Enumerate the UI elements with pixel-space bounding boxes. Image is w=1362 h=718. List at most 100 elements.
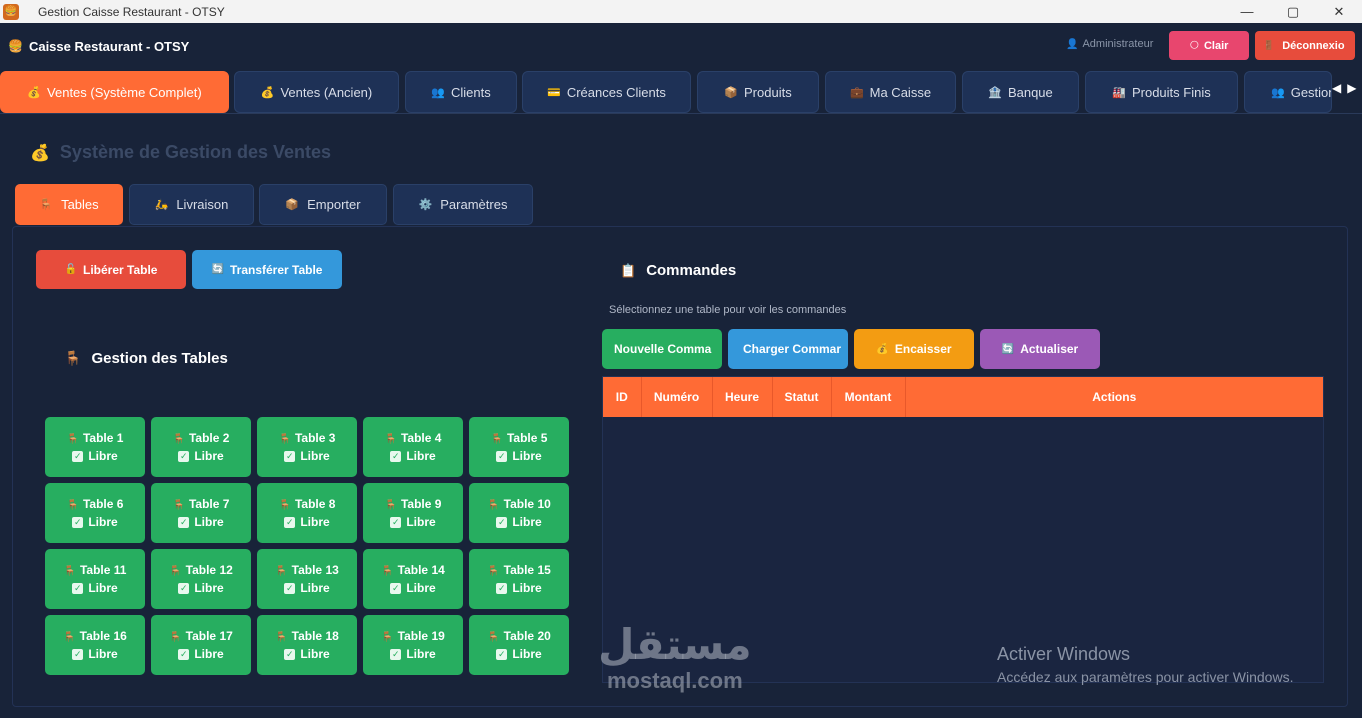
table-status-line: ✓ Libre	[496, 448, 542, 464]
subtab-emporter[interactable]: 📦 Emporter	[259, 184, 387, 225]
encaisser-button[interactable]: 💰 Encaisser	[854, 329, 974, 369]
activate-windows-watermark: Activer Windows Accédez aux paramètres p…	[997, 644, 1293, 685]
checkmark-icon: ✓	[284, 649, 296, 661]
table-card[interactable]: 🪑 Table 17 ✓ Libre	[151, 615, 251, 675]
table-name-line: 🪑 Table 8	[279, 496, 336, 514]
column-header-numero[interactable]: Numéro	[641, 377, 713, 417]
chair-icon: 🪑	[278, 434, 291, 445]
table-status: Libre	[88, 647, 118, 661]
table-card[interactable]: 🪑 Table 10 ✓ Libre	[469, 483, 569, 543]
actualiser-button[interactable]: 🔄 Actualiser	[980, 329, 1100, 369]
table-status-line: ✓ Libre	[72, 580, 118, 596]
tab-produits[interactable]: 📦 Produits	[697, 71, 819, 113]
column-header-id[interactable]: ID	[603, 377, 642, 417]
table-card[interactable]: 🪑 Table 13 ✓ Libre	[257, 549, 357, 609]
table-card[interactable]: 🪑 Table 9 ✓ Libre	[363, 483, 463, 543]
table-card[interactable]: 🪑 Table 5 ✓ Libre	[469, 417, 569, 477]
table-card[interactable]: 🪑 Table 2 ✓ Libre	[151, 417, 251, 477]
activate-subtitle: Accédez aux paramètres pour activer Wind…	[997, 669, 1294, 685]
arrow-right-icon[interactable]: ▶	[1347, 81, 1356, 95]
column-header-heure[interactable]: Heure	[712, 377, 773, 417]
section-title-text: Système de Gestion des Ventes	[59, 142, 332, 162]
logout-button[interactable]: 🚪 Déconnexio	[1255, 31, 1355, 60]
close-button[interactable]: ✕	[1316, 0, 1362, 23]
orders-title: 📋 Commandes	[620, 262, 736, 279]
table-status-line: ✓ Libre	[496, 646, 542, 662]
logout-label: Déconnexio	[1282, 39, 1345, 52]
table-card[interactable]: 🪑 Table 18 ✓ Libre	[257, 615, 357, 675]
table-card[interactable]: 🪑 Table 11 ✓ Libre	[45, 549, 145, 609]
table-card[interactable]: 🪑 Table 20 ✓ Libre	[469, 615, 569, 675]
door-icon: 🚪	[1263, 40, 1275, 50]
credit-card-icon: 💳	[547, 86, 561, 99]
table-name-line: 🪑 Table 2	[173, 430, 230, 448]
tables-title: 🪑 Gestion des Tables	[64, 350, 228, 367]
tab-label: Ventes (Système Complet)	[47, 84, 202, 100]
table-card[interactable]: 🪑 Table 16 ✓ Libre	[45, 615, 145, 675]
table-status-line: ✓ Libre	[496, 514, 542, 530]
tab-ventes-ancien[interactable]: 💰 Ventes (Ancien)	[234, 71, 399, 113]
table-status: Libre	[512, 515, 542, 529]
table-name: Table 6	[82, 497, 124, 511]
theme-toggle-button[interactable]: 🌕 Clair	[1169, 31, 1249, 60]
table-card[interactable]: 🪑 Table 19 ✓ Libre	[363, 615, 463, 675]
table-status: Libre	[512, 647, 542, 661]
table-name: Table 10	[503, 497, 551, 511]
tab-label: Produits Finis	[1131, 84, 1211, 100]
transferer-table-button[interactable]: 🔄 Transférer Table	[192, 250, 342, 289]
chair-icon: 🪑	[490, 434, 503, 445]
tab-ventes-complet[interactable]: 💰 Ventes (Système Complet)	[0, 71, 229, 113]
section-title: 💰 Système de Gestion des Ventes	[30, 142, 331, 163]
table-status: Libre	[300, 449, 330, 463]
tab-ma-caisse[interactable]: 💼 Ma Caisse	[825, 71, 956, 113]
checkmark-icon: ✓	[178, 583, 190, 595]
table-card[interactable]: 🪑 Table 1 ✓ Libre	[45, 417, 145, 477]
tab-clients[interactable]: 👥 Clients	[405, 71, 517, 113]
chair-icon: 🪑	[487, 632, 500, 643]
table-name-line: 🪑 Table 16	[63, 628, 127, 646]
minimize-button[interactable]: —	[1224, 0, 1270, 23]
table-status-line: ✓ Libre	[284, 580, 330, 596]
table-status: Libre	[406, 449, 436, 463]
chair-icon: 🪑	[169, 566, 182, 577]
charger-commande-button[interactable]: Charger Commar	[728, 329, 848, 369]
table-status: Libre	[406, 515, 436, 529]
liberer-table-button[interactable]: 🔓 Libérer Table	[36, 250, 186, 289]
table-name: Table 17	[185, 629, 233, 643]
subtab-livraison[interactable]: 🛵 Livraison	[129, 184, 254, 225]
table-name-line: 🪑 Table 5	[491, 430, 548, 448]
table-card[interactable]: 🪑 Table 7 ✓ Libre	[151, 483, 251, 543]
table-name: Table 3	[294, 431, 336, 445]
chair-icon: 🪑	[66, 500, 79, 511]
table-card[interactable]: 🪑 Table 3 ✓ Libre	[257, 417, 357, 477]
tab-creances-clients[interactable]: 💳 Créances Clients	[522, 71, 691, 113]
subtab-tables[interactable]: 🪑 Tables	[15, 184, 123, 225]
subtab-parametres[interactable]: ⚙️ Paramètres	[393, 184, 533, 225]
table-name-line: 🪑 Table 1	[67, 430, 124, 448]
column-header-statut[interactable]: Statut	[772, 377, 832, 417]
table-card[interactable]: 🪑 Table 8 ✓ Libre	[257, 483, 357, 543]
checkmark-icon: ✓	[496, 649, 508, 661]
table-card[interactable]: 🪑 Table 4 ✓ Libre	[363, 417, 463, 477]
table-card[interactable]: 🪑 Table 6 ✓ Libre	[45, 483, 145, 543]
table-card[interactable]: 🪑 Table 14 ✓ Libre	[363, 549, 463, 609]
tab-banque[interactable]: 🏦 Banque	[962, 71, 1079, 113]
tab-label: Gestion	[1290, 84, 1332, 100]
arrow-left-icon[interactable]: ◀	[1332, 81, 1341, 95]
nouvelle-commande-button[interactable]: Nouvelle Comma	[602, 329, 722, 369]
tab-produits-finis[interactable]: 🏭 Produits Finis	[1085, 71, 1238, 113]
tab-gestion[interactable]: 👥 Gestion	[1244, 71, 1332, 113]
table-status: Libre	[194, 449, 224, 463]
chair-icon: 🪑	[172, 434, 185, 445]
table-name-line: 🪑 Table 13	[275, 562, 339, 580]
money-bag-icon: 💰	[30, 144, 50, 162]
table-card[interactable]: 🪑 Table 12 ✓ Libre	[151, 549, 251, 609]
chair-icon: 🪑	[63, 632, 76, 643]
column-header-montant[interactable]: Montant	[831, 377, 906, 417]
tab-scroll-arrows: ◀ ▶	[1332, 81, 1356, 95]
table-name: Table 11	[79, 563, 127, 577]
table-card[interactable]: 🪑 Table 15 ✓ Libre	[469, 549, 569, 609]
maximize-button[interactable]: ▢	[1270, 0, 1316, 23]
column-header-actions[interactable]: Actions	[905, 377, 1323, 417]
table-name: Table 9	[400, 497, 442, 511]
